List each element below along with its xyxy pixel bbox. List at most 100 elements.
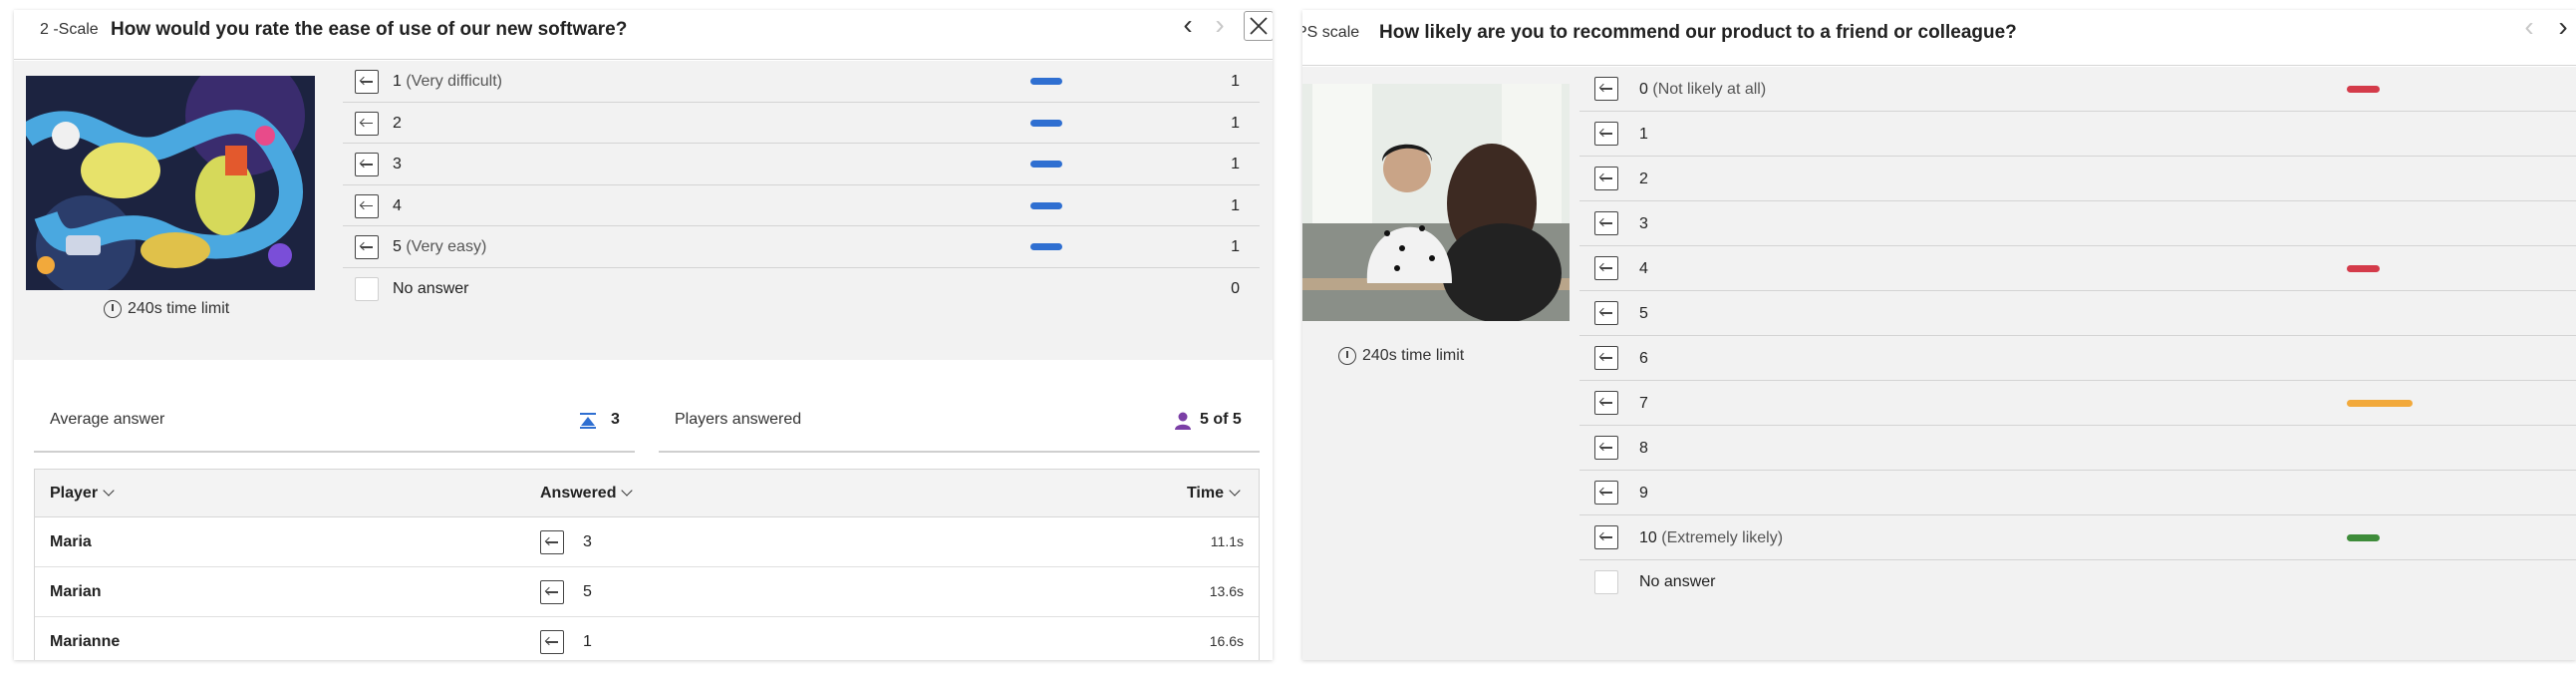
question-type-label: PS scale [1302,24,1360,41]
answer-count: 1 [1231,238,1240,255]
answer-label: 5 [1639,305,1648,323]
time-limit: 240s time limit [1338,347,1464,365]
column-header-time[interactable]: Time [1186,485,1241,503]
answer-label: 0 (Not likely at all) [1639,81,1766,99]
answer-label: 2 [393,115,402,133]
answer-label: 2 [1639,170,1648,188]
answer-sublabel: (Extremely likely) [1661,529,1784,546]
chevron-right-icon[interactable]: › [2554,16,2572,42]
answer-bar [1030,201,1062,209]
option-icon [540,630,564,654]
question-title: How likely are you to recommend our prod… [1379,22,2017,43]
average-answer-label: Average answer [50,411,165,428]
chevron-down-icon [1229,485,1241,497]
nps-question-panel: PS scale How likely are you to recommend… [1302,10,2576,660]
table-header: Player Answered Time [35,470,1259,517]
table-row[interactable]: Marian 5 13.6s [35,567,1259,617]
option-icon [355,111,379,136]
question-title: How would you rate the ease of use of ou… [111,19,628,40]
answer-row: 1 (Very difficult) 1 [343,61,1260,103]
answers-section: 240s time limit 0 (Not likely at all) 1 2… [1302,67,2576,660]
table-row[interactable]: Maria 3 11.1s [35,517,1259,567]
question-header: PS scale How likely are you to recommend… [1302,10,2576,66]
average-icon [580,413,596,429]
answer-bar [1030,243,1062,250]
player-name: Marian [50,583,102,600]
column-header-answered[interactable]: Answered [540,485,634,503]
answer-count: 1 [1231,73,1240,90]
answer-row: 4 1 [343,185,1260,226]
answer-label: No answer [1639,573,1716,590]
answer-value: 10 [1639,529,1657,546]
option-icon [355,193,379,218]
average-answer-stat: Average answer 3 [34,389,635,453]
answer-count: 1 [1231,114,1240,132]
clock-icon [1338,347,1356,365]
player-name: Marianne [50,633,121,650]
time-limit-text: 240s time limit [1362,347,1465,364]
answer-label: 4 [393,197,402,215]
players-answered-label: Players answered [675,411,802,428]
answer-label: 1 [1639,126,1648,144]
answer-value: 5 [1639,305,1648,322]
answer-bar [2347,86,2380,93]
option-icon [1594,481,1618,505]
answer-bar [2347,400,2413,407]
answer-row: 3 [1579,201,2576,246]
answer-label: No answer [393,280,469,297]
option-icon [540,530,564,554]
column-header-label: Time [1186,485,1224,502]
answer-label: 7 [1639,395,1648,413]
question-image [1302,84,1570,321]
answer-value: 0 [1639,81,1648,98]
answer-row: 4 [1579,246,2576,291]
question-type-label: 2 -Scale [40,21,99,38]
player-answers-table: Player Answered Time Maria 3 11.1s Marian 5 1… [34,469,1260,660]
clock-icon [104,300,122,318]
user-icon [1175,412,1191,430]
answer-sublabel: (Not likely at all) [1652,81,1767,98]
answer-bar [1030,161,1062,168]
chevron-left-icon[interactable]: ‹ [1175,11,1201,40]
answer-row: 0 (Not likely at all) [1579,67,2576,112]
player-answer: 3 [583,533,592,550]
players-answered-stat: Players answered 5 of 5 [659,389,1260,453]
scale-question-panel: 2 -Scale How would you rate the ease of … [14,10,1273,660]
answer-value: 9 [1639,485,1648,502]
answer-label: 8 [1639,440,1648,458]
answer-bar [1030,119,1062,127]
chevron-right-icon[interactable]: › [1207,11,1233,40]
empty-option-icon [1594,570,1618,594]
chevron-down-icon [621,485,634,497]
answer-value: 5 [393,238,402,255]
question-image [26,76,315,290]
option-icon [1594,436,1618,460]
option-icon [540,580,564,604]
option-icon [1594,525,1618,549]
answer-label: 1 (Very difficult) [393,73,502,91]
answer-row-no-answer: No answer [1579,560,2576,604]
option-icon [1594,346,1618,370]
answer-count: 1 [1231,196,1240,214]
option-icon [1594,301,1618,325]
close-button[interactable] [1244,11,1273,41]
option-icon [1594,211,1618,235]
answer-row: 6 [1579,336,2576,381]
answer-bar [2347,534,2380,541]
answer-row: 5 [1579,291,2576,336]
column-header-player[interactable]: Player [50,485,115,503]
answer-row: 1 [1579,112,2576,157]
player-answer: 5 [583,583,592,600]
answer-value: 1 [393,73,402,90]
players-answered-value: 5 of 5 [1200,411,1242,428]
answer-label: 3 [1639,215,1648,233]
table-row[interactable]: Marianne 1 16.6s [35,617,1259,660]
answer-label: 6 [1639,350,1648,368]
option-icon [355,153,379,176]
chevron-left-icon[interactable]: ‹ [2516,13,2542,42]
answer-row: 8 [1579,426,2576,471]
answer-row: 9 [1579,471,2576,515]
question-header: 2 -Scale How would you rate the ease of … [14,10,1273,60]
answer-value: 4 [393,196,402,214]
answer-value: 4 [1639,260,1648,277]
